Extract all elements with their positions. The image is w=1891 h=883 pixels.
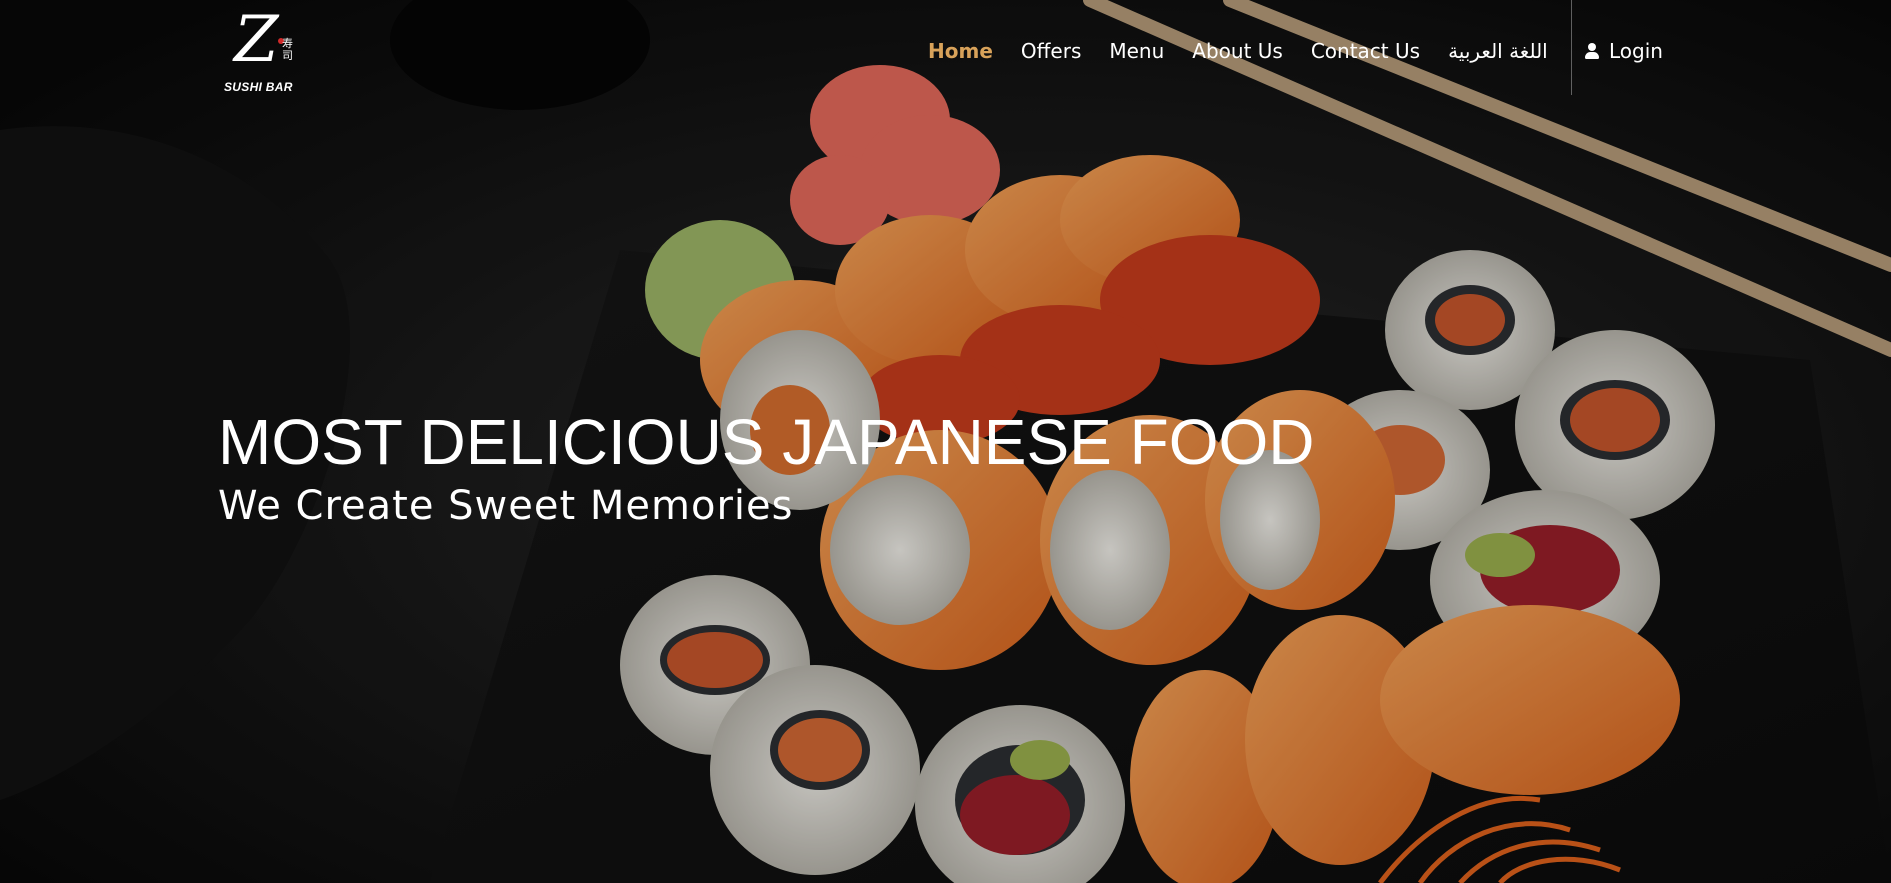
login-label: Login xyxy=(1609,39,1663,63)
logo-kanji: 寿司 xyxy=(282,37,293,62)
home-page: Z 寿司 SUSHI BAR Home Offers Menu About Us… xyxy=(0,0,1891,883)
nav-item-about-us[interactable]: About Us xyxy=(1192,39,1283,63)
user-icon xyxy=(1585,43,1599,59)
nav-item-home[interactable]: Home xyxy=(928,39,993,63)
logo-mark: Z xyxy=(234,3,279,77)
hero-title: MOST DELICIOUS JAPANESE FOOD xyxy=(218,406,1315,478)
nav-item-menu[interactable]: Menu xyxy=(1109,39,1164,63)
nav-item-contact-us[interactable]: Contact Us xyxy=(1311,39,1420,63)
logo-text: SUSHI BAR xyxy=(224,80,293,94)
nav-item-arabic-language[interactable]: اللغة العربية xyxy=(1448,39,1548,63)
hero-subtitle: We Create Sweet Memories xyxy=(218,483,794,529)
login-link[interactable]: Login xyxy=(1585,36,1663,66)
site-logo[interactable]: Z 寿司 SUSHI BAR xyxy=(222,8,302,96)
nav-divider xyxy=(1571,0,1572,95)
nav-item-offers[interactable]: Offers xyxy=(1021,39,1081,63)
main-nav: Home Offers Menu About Us Contact Us الل… xyxy=(928,36,1576,66)
